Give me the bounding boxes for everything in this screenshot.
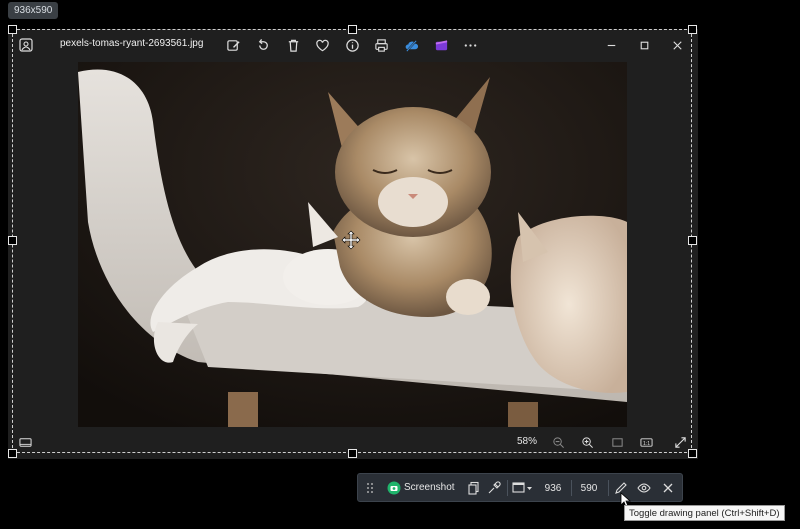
screenshot-mode-label[interactable]: Screenshot xyxy=(404,482,455,493)
color-picker-icon[interactable] xyxy=(486,480,502,496)
edit-icon[interactable] xyxy=(224,36,242,54)
print-icon[interactable] xyxy=(372,36,390,54)
screenshot-mode-icon[interactable] xyxy=(387,480,401,496)
more-icon[interactable] xyxy=(461,36,479,54)
zoom-out-icon[interactable] xyxy=(550,434,566,450)
resize-handle-bottom-right[interactable] xyxy=(688,449,697,458)
drag-handle-icon[interactable] xyxy=(364,480,376,496)
resize-handle-right[interactable] xyxy=(688,236,697,245)
minimize-icon[interactable] xyxy=(602,36,620,54)
width-input[interactable]: 936 xyxy=(536,478,570,498)
zoom-level: 58% xyxy=(517,436,538,447)
svg-text:1:1: 1:1 xyxy=(642,440,649,446)
clipchamp-icon[interactable] xyxy=(432,36,450,54)
resize-handle-left[interactable] xyxy=(8,236,17,245)
close-capture-icon[interactable] xyxy=(660,480,676,496)
filmstrip-icon[interactable] xyxy=(17,434,33,450)
onedrive-icon[interactable] xyxy=(402,36,420,54)
height-input[interactable]: 590 xyxy=(572,478,606,498)
favorite-icon[interactable] xyxy=(313,36,331,54)
rotate-icon[interactable] xyxy=(254,36,272,54)
copy-icon[interactable] xyxy=(466,480,482,496)
resize-handle-top-right[interactable] xyxy=(688,25,697,34)
file-name: pexels-tomas-ryant-2693561.jpg xyxy=(60,38,204,49)
capture-toolbar: Screenshot 936 590 xyxy=(357,473,683,502)
resize-handle-top-left[interactable] xyxy=(8,25,17,34)
actual-size-icon[interactable]: 1:1 xyxy=(638,434,654,450)
fit-to-window-icon[interactable] xyxy=(609,434,625,450)
resize-handle-bottom-left[interactable] xyxy=(8,449,17,458)
drawing-panel-tooltip: Toggle drawing panel (Ctrl+Shift+D) xyxy=(624,505,785,521)
maximize-icon[interactable] xyxy=(635,36,653,54)
photos-app-icon xyxy=(16,35,36,55)
zoom-in-icon[interactable] xyxy=(579,434,595,450)
resize-handle-top[interactable] xyxy=(348,25,357,34)
resize-handle-bottom[interactable] xyxy=(348,449,357,458)
move-cursor-icon xyxy=(340,230,362,252)
capture-size-badge: 936x590 xyxy=(8,2,59,19)
toolbar-separator xyxy=(507,480,508,496)
close-icon[interactable] xyxy=(668,36,686,54)
info-icon[interactable] xyxy=(343,36,361,54)
window-select-dropdown[interactable] xyxy=(511,480,535,496)
delete-icon[interactable] xyxy=(284,36,302,54)
toolbar-separator xyxy=(608,480,609,496)
fullscreen-icon[interactable] xyxy=(672,434,688,450)
preview-eye-icon[interactable] xyxy=(636,480,652,496)
